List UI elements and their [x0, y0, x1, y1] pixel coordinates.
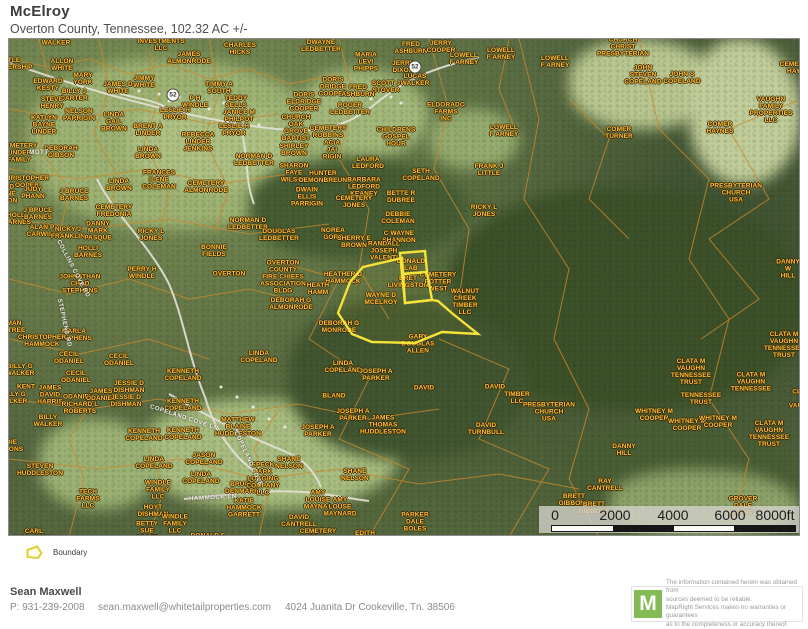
scale-tick: 8000ft	[756, 507, 795, 523]
disclaimer: M The information contained herein was o…	[631, 586, 803, 622]
footer: Sean Maxwell P: 931-239-2008 sean.maxwel…	[10, 586, 630, 614]
header: McElroy Overton County, Tennessee, 102.3…	[10, 3, 248, 36]
page-subtitle: Overton County, Tennessee, 102.32 AC +/-	[10, 22, 248, 36]
scale-bar: 0 2000 4000 6000 8000ft	[539, 506, 800, 533]
boundary-legend-icon	[26, 545, 43, 560]
scale-bar-segments	[551, 525, 796, 532]
scale-tick: 4000	[657, 507, 688, 523]
scale-tick: 0	[551, 507, 559, 523]
agent-name: Sean Maxwell	[10, 586, 630, 598]
agent-phone: P: 931-239-2008	[10, 602, 85, 613]
boundary-polygon	[400, 251, 427, 274]
map-canvas[interactable]: WALKERINVESTMENTS LLCDWAYNE LEDBETTERFRE…	[8, 38, 800, 536]
property-boundary	[9, 39, 800, 536]
agent-address: 4024 Juanita Dr Cookeville, Tn. 38506	[285, 602, 455, 613]
disclaimer-text: The information contained herein was obt…	[666, 579, 802, 629]
boundary-polygon	[402, 272, 432, 303]
agent-email[interactable]: sean.maxwell@whitetailproperties.com	[98, 602, 271, 613]
page-title: McElroy	[10, 3, 248, 20]
legend: Boundary	[26, 545, 87, 560]
mapright-logo: M	[634, 590, 662, 618]
scale-tick: 2000	[599, 507, 630, 523]
legend-item-label: Boundary	[53, 548, 87, 557]
scale-tick: 6000	[714, 507, 745, 523]
